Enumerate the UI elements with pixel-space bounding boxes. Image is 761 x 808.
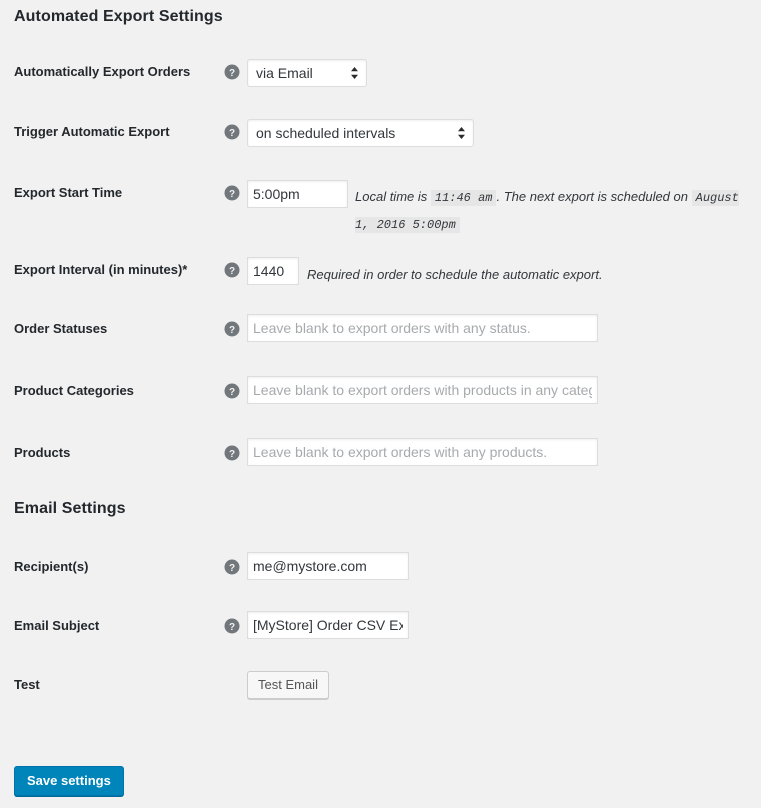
label-test: Test	[14, 677, 40, 692]
select-trigger-automatic-export-value: on scheduled intervals	[256, 125, 396, 141]
export-interval-description: Required in order to schedule the automa…	[307, 267, 603, 282]
test-email-button[interactable]: Test Email	[247, 671, 329, 699]
section-heading-email-settings: Email Settings	[14, 500, 126, 517]
help-icon[interactable]: ?	[224, 383, 240, 399]
label-product-categories: Product Categories	[14, 383, 134, 398]
product-categories-input[interactable]	[247, 376, 598, 404]
help-icon[interactable]: ?	[224, 64, 240, 80]
select-trigger-automatic-export[interactable]: on scheduled intervals	[247, 119, 474, 147]
description-text-part-1: Local time is	[355, 189, 428, 204]
help-icon[interactable]: ?	[224, 559, 240, 575]
save-settings-button[interactable]: Save settings	[14, 766, 124, 796]
label-trigger-automatic-export: Trigger Automatic Export	[14, 124, 170, 139]
help-icon[interactable]: ?	[224, 445, 240, 461]
svg-text:?: ?	[229, 622, 235, 633]
svg-text:?: ?	[229, 563, 235, 574]
field-recipients	[247, 552, 409, 580]
label-export-start-time: Export Start Time	[14, 185, 123, 200]
label-export-interval: Export Interval (in minutes)*	[14, 262, 188, 277]
chevron-updown-icon	[350, 65, 359, 81]
field-email-subject	[247, 611, 409, 639]
select-automatically-export-orders[interactable]: via Email	[247, 59, 367, 87]
svg-text:?: ?	[229, 266, 235, 277]
help-icon[interactable]: ?	[224, 262, 240, 278]
svg-text:?: ?	[229, 387, 235, 398]
svg-text:?: ?	[229, 325, 235, 336]
select-automatically-export-orders-value: via Email	[256, 65, 313, 81]
chevron-updown-icon	[457, 125, 466, 141]
field-export-start-time	[247, 180, 348, 208]
local-time-code: 11:46 am	[430, 190, 497, 206]
field-products	[247, 438, 598, 466]
field-order-statuses	[247, 314, 598, 342]
order-statuses-input[interactable]	[247, 314, 598, 342]
section-heading-automated-export: Automated Export Settings	[14, 8, 223, 25]
help-icon[interactable]: ?	[224, 618, 240, 634]
settings-page: Automated Export Settings Automatically …	[0, 0, 761, 808]
field-automatically-export-orders: via Email	[247, 59, 367, 87]
label-automatically-export-orders: Automatically Export Orders	[14, 64, 191, 79]
label-email-subject: Email Subject	[14, 618, 100, 633]
help-icon[interactable]: ?	[224, 321, 240, 337]
export-interval-input[interactable]	[247, 257, 299, 285]
svg-text:?: ?	[229, 68, 235, 79]
field-product-categories	[247, 376, 598, 404]
description-text-part-2: . The next export is scheduled on	[496, 189, 688, 204]
help-icon[interactable]: ?	[224, 185, 240, 201]
label-recipients: Recipient(s)	[14, 559, 89, 574]
products-input[interactable]	[247, 438, 598, 466]
export-start-time-description: Local time is 11:46 am. The next export …	[355, 184, 755, 238]
email-subject-input[interactable]	[247, 611, 409, 639]
field-export-interval: Required in order to schedule the automa…	[247, 257, 603, 285]
svg-text:?: ?	[229, 128, 235, 139]
svg-text:?: ?	[229, 449, 235, 460]
svg-text:?: ?	[229, 189, 235, 200]
label-order-statuses: Order Statuses	[14, 321, 108, 336]
export-start-time-input[interactable]	[247, 180, 348, 208]
recipients-input[interactable]	[247, 552, 409, 580]
label-products: Products	[14, 445, 71, 460]
field-trigger-automatic-export: on scheduled intervals	[247, 119, 474, 147]
help-icon[interactable]: ?	[224, 124, 240, 140]
